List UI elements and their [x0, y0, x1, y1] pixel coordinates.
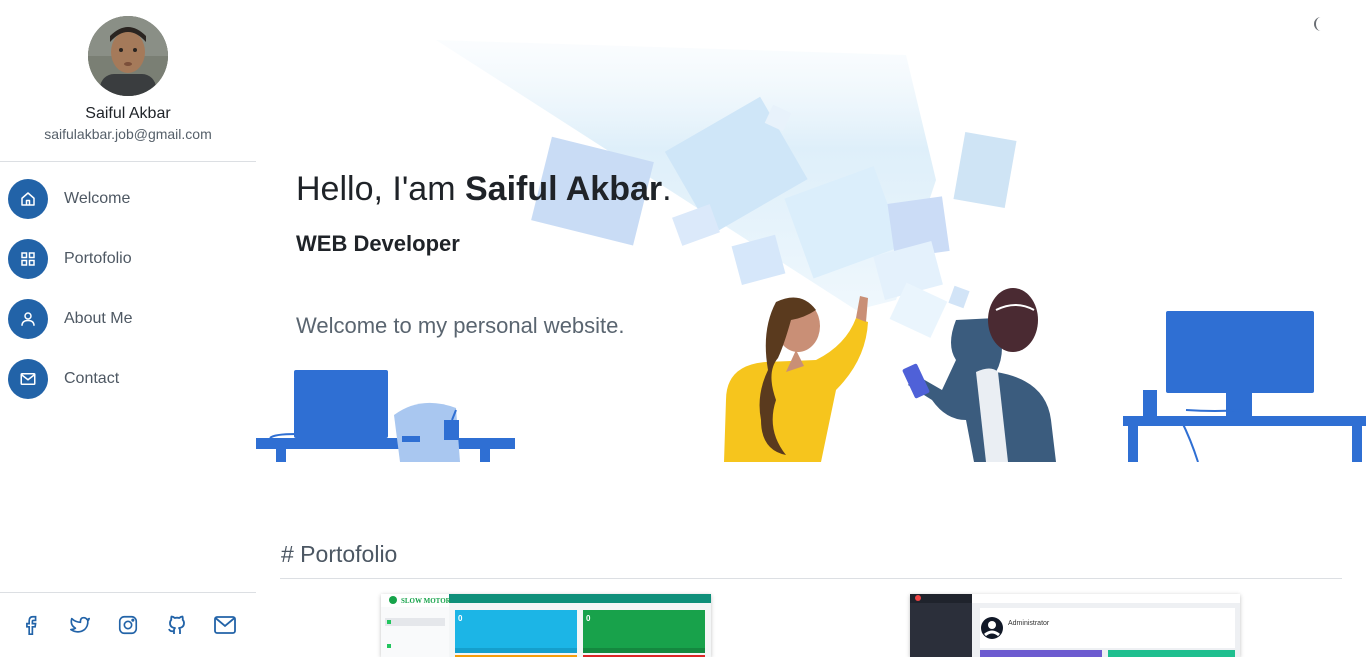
- nav-item-contact[interactable]: Contact: [8, 358, 248, 400]
- hero-period: .: [662, 170, 672, 208]
- card-stat-2: 0: [586, 614, 591, 623]
- grid-icon: [8, 239, 48, 279]
- sidebar-divider: [0, 592, 256, 593]
- profile-name: Saiful Akbar: [85, 105, 171, 122]
- portfolio-heading: # Portofolio: [281, 541, 398, 567]
- social-links: [16, 610, 240, 640]
- nav-item-welcome[interactable]: Welcome: [8, 178, 248, 220]
- hero-name: Saiful Akbar: [465, 170, 663, 208]
- home-icon: [8, 179, 48, 219]
- sidebar: Saiful Akbar saifulakbar.job@gmail.com W…: [0, 0, 256, 657]
- hero-role: WEB Developer: [296, 231, 460, 256]
- nav-item-portofolio[interactable]: Portofolio: [8, 238, 248, 280]
- nav-label: Welcome: [64, 190, 131, 207]
- hero-title: Hello, I'am Saiful Akbar.: [296, 170, 672, 209]
- hero-welcome: Welcome to my personal website.: [296, 313, 625, 338]
- instagram-icon[interactable]: [113, 610, 143, 640]
- avatar: [88, 16, 168, 96]
- user-icon: [8, 299, 48, 339]
- card-brand: SLOW MOTOR: [401, 597, 452, 605]
- portfolio-card[interactable]: SLOW MOTOR 0 0: [381, 594, 711, 657]
- facebook-icon[interactable]: [16, 610, 46, 640]
- card-title: Administrator: [1008, 620, 1050, 627]
- profile-email: saifulakbar.job@gmail.com: [44, 126, 212, 142]
- card-stat-1: 0: [458, 614, 463, 623]
- mail-icon: [8, 359, 48, 399]
- nav-label: Portofolio: [64, 250, 132, 267]
- nav-label: About Me: [64, 310, 133, 327]
- nav-item-about-me[interactable]: About Me: [8, 298, 248, 340]
- section-divider: [280, 578, 1342, 579]
- github-icon[interactable]: [162, 610, 192, 640]
- portfolio-card[interactable]: Administrator: [910, 594, 1240, 657]
- twitter-icon[interactable]: [65, 610, 95, 640]
- sidebar-divider: [0, 161, 256, 162]
- nav-label: Contact: [64, 370, 120, 387]
- hero-greeting: Hello, I'am: [296, 170, 465, 208]
- mail-icon[interactable]: [210, 610, 240, 640]
